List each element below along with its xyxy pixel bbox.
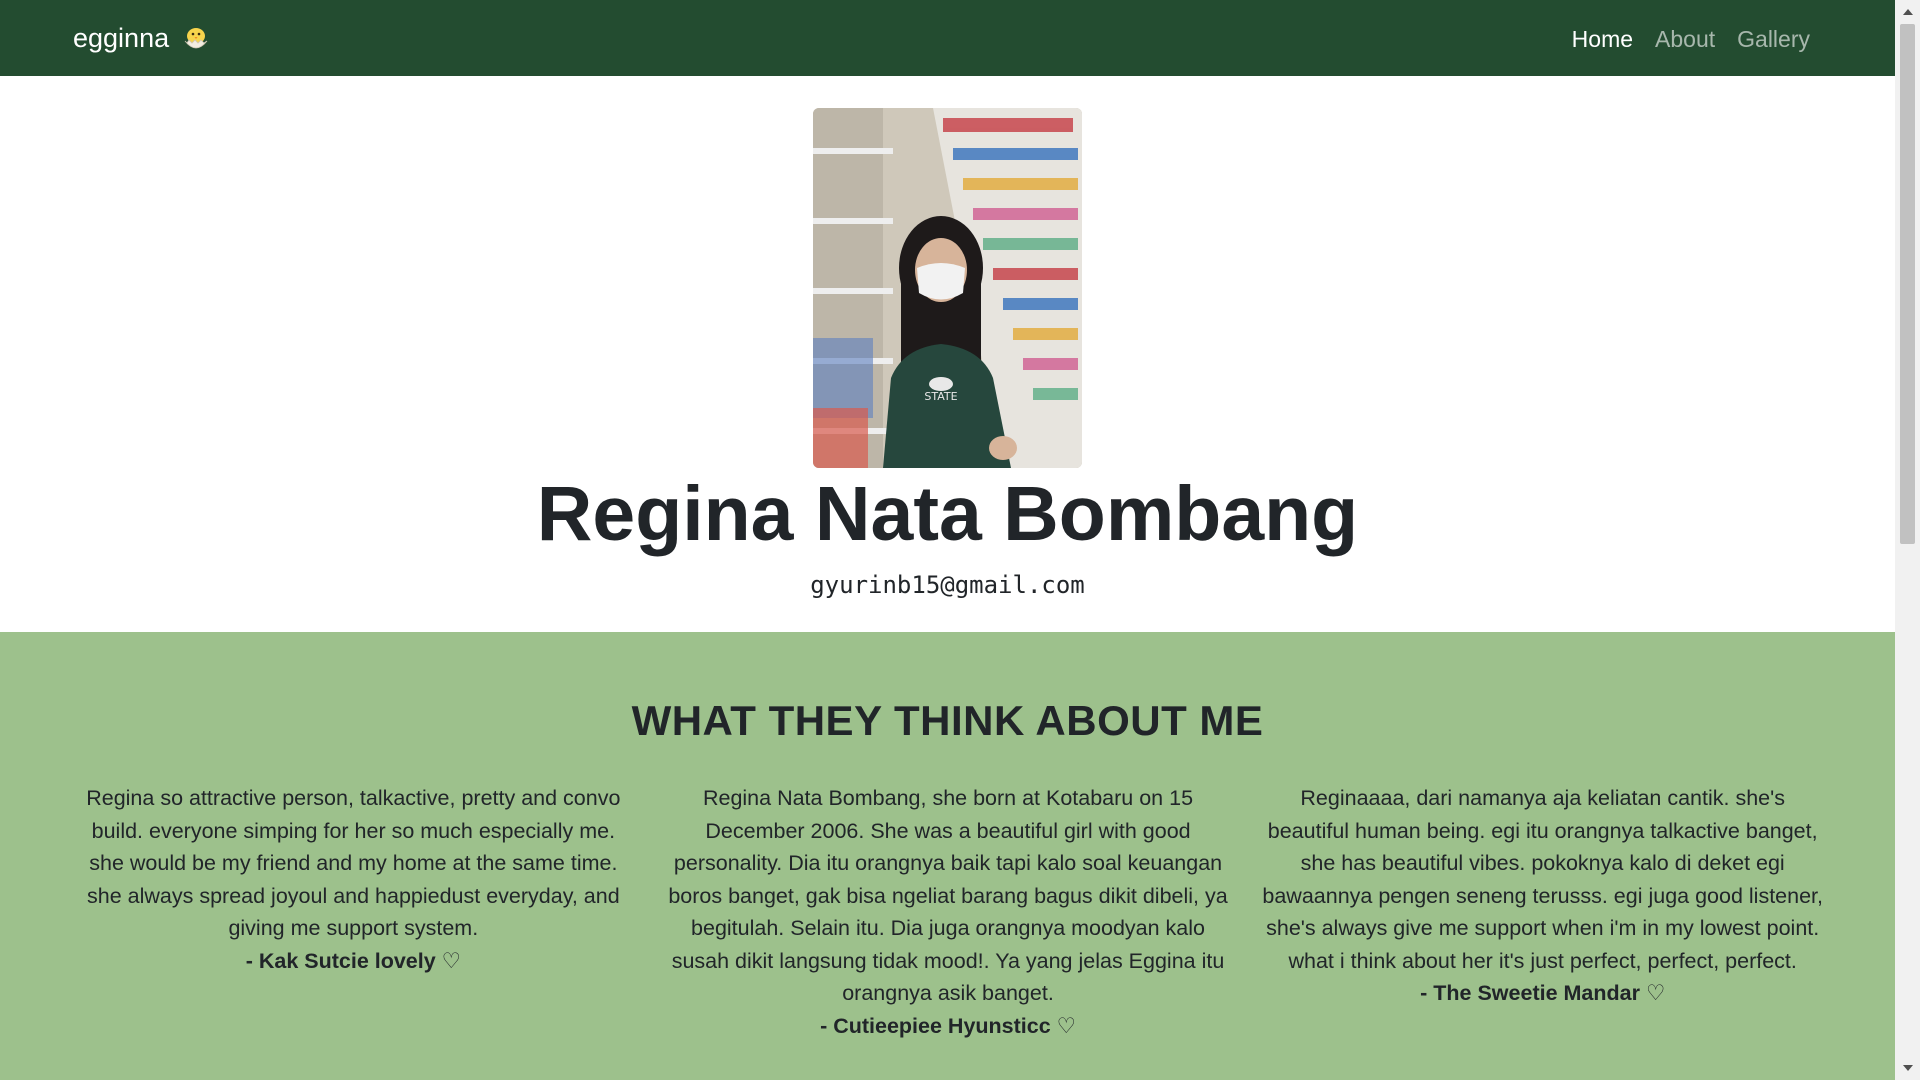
- testimonial-card: Reginaaaa, dari namanya aja keliatan can…: [1261, 782, 1824, 1042]
- scroll-down-arrow-icon[interactable]: [1895, 1058, 1920, 1078]
- testimonial-text: Regina Nata Bombang, she born at Kotabar…: [668, 786, 1228, 1005]
- navbar: egginna Home About Gallery: [0, 0, 1895, 76]
- hero-section: STATE Regina Nata Bombang gyurinb15@gmai…: [0, 76, 1895, 632]
- testimonial-author: - The Sweetie Mandar ♡: [1420, 981, 1666, 1005]
- profile-name: Regina Nata Bombang: [536, 471, 1359, 557]
- scrollbar-thumb[interactable]: [1900, 24, 1915, 544]
- profile-photo: STATE: [813, 108, 1082, 468]
- testimonial-card: Regina so attractive person, talkactive,…: [72, 782, 635, 1042]
- nav-home-link[interactable]: Home: [1572, 26, 1633, 53]
- testimonial-text: Regina so attractive person, talkactive,…: [86, 786, 621, 940]
- nav-gallery-link[interactable]: Gallery: [1737, 26, 1810, 53]
- profile-email: gyurinb15@gmail.com: [810, 571, 1085, 599]
- svg-text:STATE: STATE: [924, 390, 957, 403]
- page: egginna Home About Gallery STATE Regina …: [0, 0, 1895, 1080]
- testimonial-card: Regina Nata Bombang, she born at Kotabar…: [667, 782, 1230, 1042]
- nav-links: Home About Gallery: [1572, 20, 1810, 58]
- testimonial-text: Reginaaaa, dari namanya aja keliatan can…: [1262, 786, 1823, 973]
- testimonial-cards: Regina so attractive person, talkactive,…: [72, 782, 1824, 1042]
- testimonial-author: - Kak Sutcie lovely ♡: [245, 948, 461, 973]
- testimonials-section: WHAT THEY THINK ABOUT ME Regina so attra…: [0, 632, 1895, 1080]
- brand-link[interactable]: egginna: [73, 18, 211, 58]
- testimonial-author: - Cutieepiee Hyunsticc ♡: [820, 1013, 1076, 1038]
- chick-hatching-icon: [184, 28, 208, 49]
- testimonials-title: WHAT THEY THINK ABOUT ME: [631, 697, 1264, 744]
- scroll-up-arrow-icon[interactable]: [1895, 2, 1920, 22]
- vertical-scrollbar[interactable]: [1895, 0, 1920, 1080]
- profile-photo-illustration: STATE: [813, 108, 1082, 468]
- brand-name: egginna: [73, 22, 170, 53]
- nav-about-link[interactable]: About: [1655, 26, 1715, 53]
